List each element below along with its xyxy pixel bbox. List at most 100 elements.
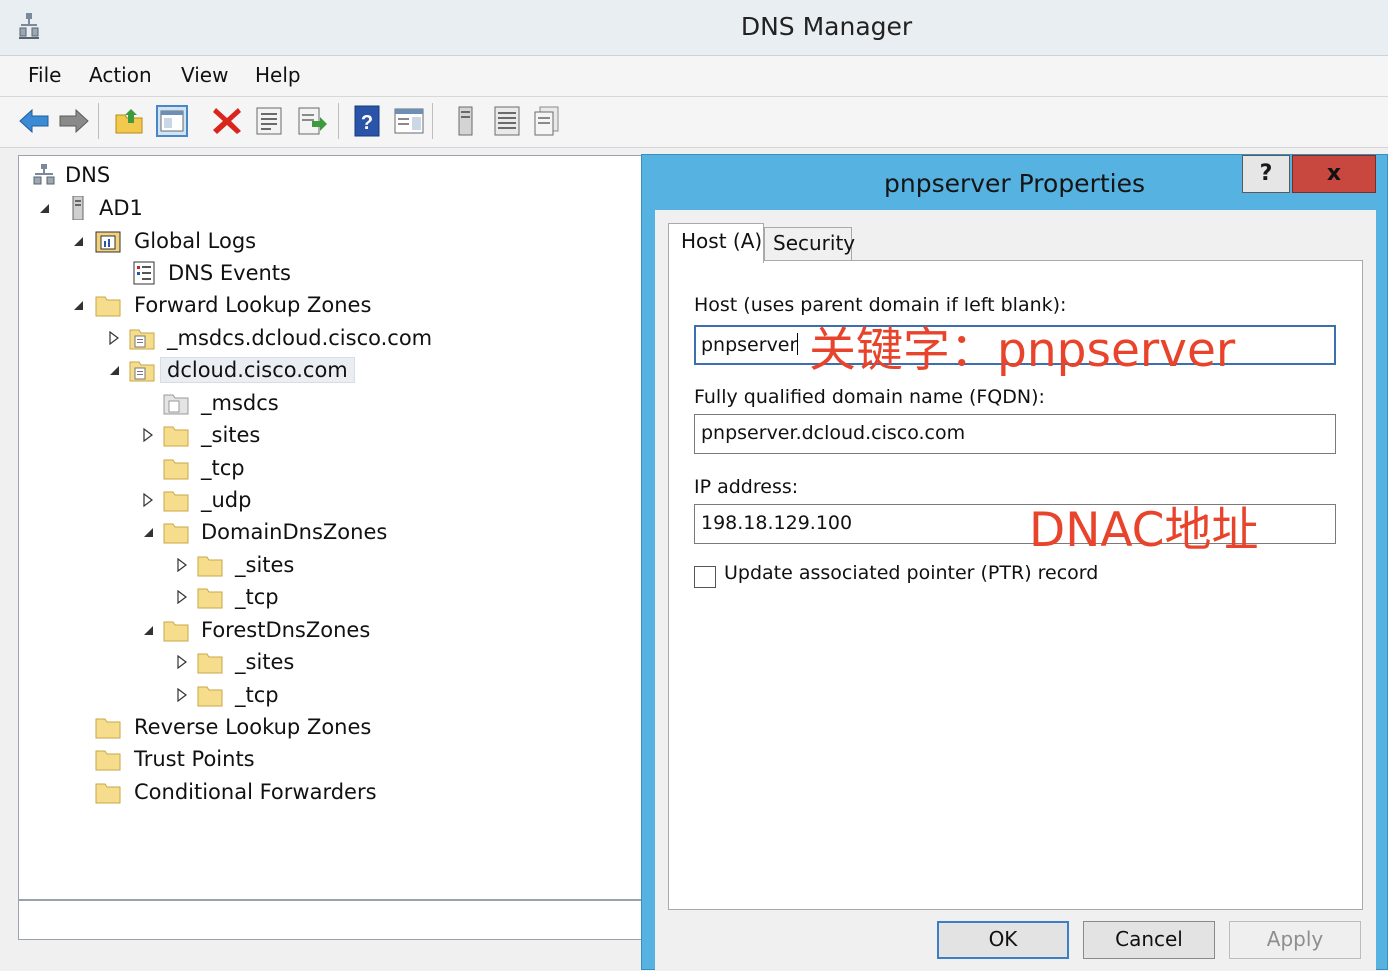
menu-help[interactable]: Help <box>255 63 301 87</box>
toolbar-separator <box>98 103 99 139</box>
expanded-arrow-icon[interactable] <box>71 234 85 248</box>
dnac-annotation: DNAC地址 <box>1029 503 1259 558</box>
menu-bar: File Action View Help <box>0 56 1388 97</box>
ptr-checkbox[interactable] <box>694 566 716 588</box>
fqdn-label: Fully qualified domain name (FQDN): <box>694 386 1045 408</box>
toolbar: ? <box>0 97 1388 148</box>
fqdn-field[interactable]: pnpserver.dcloud.cisco.com <box>694 414 1336 454</box>
folder-icon <box>163 426 189 447</box>
window-title: DNS Manager <box>740 12 913 41</box>
menu-file[interactable]: File <box>28 63 61 87</box>
folder-icon <box>95 750 121 771</box>
server-icon <box>72 196 84 220</box>
expanded-arrow-icon[interactable] <box>141 623 155 637</box>
tree-label: ForestDnsZones <box>201 618 371 642</box>
folder-icon <box>163 459 189 480</box>
collapsed-arrow-icon[interactable] <box>107 331 121 345</box>
tree-label: _sites <box>201 423 261 447</box>
tree-label: DNS <box>65 163 111 187</box>
tab-security[interactable]: Security <box>764 227 855 261</box>
expanded-arrow-icon[interactable] <box>37 201 51 215</box>
tree-label: Conditional Forwarders <box>134 780 377 804</box>
server-icon[interactable] <box>450 105 482 137</box>
apply-button[interactable]: Apply <box>1229 921 1361 959</box>
delete-icon[interactable] <box>211 105 243 137</box>
expanded-arrow-icon[interactable] <box>141 525 155 539</box>
export-list-icon[interactable] <box>296 105 328 137</box>
collapsed-arrow-icon[interactable] <box>141 428 155 442</box>
up-level-icon[interactable] <box>113 105 145 137</box>
tree-label: _udp <box>201 488 252 512</box>
toolbar-separator <box>338 103 339 139</box>
collapsed-arrow-icon[interactable] <box>175 688 189 702</box>
dialog-body: Host (A) Security Host (uses parent doma… <box>655 210 1376 971</box>
collapsed-arrow-icon[interactable] <box>141 493 155 507</box>
expanded-arrow-icon[interactable] <box>71 298 85 312</box>
tree-label: AD1 <box>99 196 143 220</box>
detail-icon[interactable] <box>531 105 563 137</box>
dialog-help-button[interactable]: ? <box>1242 155 1290 193</box>
menu-action[interactable]: Action <box>89 63 152 87</box>
expanded-arrow-icon[interactable] <box>107 363 121 377</box>
forward-icon[interactable] <box>58 105 90 137</box>
keyword-annotation: 关键字：pnpserver <box>809 323 1236 378</box>
window-titlebar: DNS Manager <box>0 0 1388 56</box>
zone-icon <box>129 361 155 382</box>
menu-view[interactable]: View <box>181 63 228 87</box>
status-bar <box>18 900 660 940</box>
host-input-value: pnpserver <box>701 334 798 356</box>
tree-label: Forward Lookup Zones <box>134 293 372 317</box>
collapsed-arrow-icon[interactable] <box>175 590 189 604</box>
fqdn-value: pnpserver.dcloud.cisco.com <box>701 422 966 444</box>
cancel-button[interactable]: Cancel <box>1083 921 1215 959</box>
folder-icon <box>197 653 223 674</box>
folder-icon <box>197 588 223 609</box>
folder-icon <box>197 686 223 707</box>
tree-label: _tcp <box>235 585 279 609</box>
dialog-close-button[interactable]: x <box>1292 155 1376 193</box>
tab-page-host: Host (uses parent domain if left blank):… <box>668 260 1363 910</box>
action-pane-icon[interactable] <box>393 105 425 137</box>
ip-label: IP address: <box>694 476 799 498</box>
tree-label: _sites <box>235 650 295 674</box>
ip-address-value: 198.18.129.100 <box>701 512 853 534</box>
back-icon[interactable] <box>18 105 50 137</box>
text-caret <box>797 333 799 355</box>
zone-icon <box>129 329 155 350</box>
tree-label: _msdcs.dcloud.cisco.com <box>167 326 433 350</box>
toolbar-separator <box>432 103 433 139</box>
folder-icon <box>95 718 121 739</box>
list-icon[interactable] <box>491 105 523 137</box>
delegated-zone-icon <box>163 394 189 415</box>
ptr-checkbox-label[interactable]: Update associated pointer (PTR) record <box>724 562 1098 584</box>
help-icon[interactable]: ? <box>352 105 384 137</box>
tree-label: Trust Points <box>134 747 255 771</box>
tree-label: _msdcs <box>201 391 279 415</box>
tree-label: Reverse Lookup Zones <box>134 715 372 739</box>
properties-icon[interactable] <box>253 105 285 137</box>
folder-icon <box>163 523 189 544</box>
properties-dialog: pnpserver Properties ? x Host (A) Securi… <box>641 154 1388 971</box>
folder-icon <box>197 556 223 577</box>
collapsed-arrow-icon[interactable] <box>175 558 189 572</box>
tree-label: Global Logs <box>134 229 257 253</box>
dns-root-icon <box>33 164 55 185</box>
folder-icon <box>163 621 189 642</box>
folder-icon <box>163 491 189 512</box>
folder-icon <box>95 783 121 804</box>
console-tree[interactable]: DNS AD1 Global Logs DNS Events Forward L… <box>18 155 660 900</box>
show-hide-tree-icon[interactable] <box>156 105 188 137</box>
event-log-icon <box>133 261 155 285</box>
tree-label: _sites <box>235 553 295 577</box>
ok-button[interactable]: OK <box>937 921 1069 959</box>
event-log-folder-icon <box>95 231 121 253</box>
tree-label: dcloud.cisco.com <box>160 357 355 383</box>
tree-label: DomainDnsZones <box>201 520 388 544</box>
tree-label: DNS Events <box>168 261 291 285</box>
tree-label: _tcp <box>201 456 245 480</box>
tab-host-a[interactable]: Host (A) <box>668 223 764 263</box>
collapsed-arrow-icon[interactable] <box>175 655 189 669</box>
folder-icon <box>95 296 121 317</box>
svg-text:?: ? <box>361 112 373 134</box>
tree-label: _tcp <box>235 683 279 707</box>
